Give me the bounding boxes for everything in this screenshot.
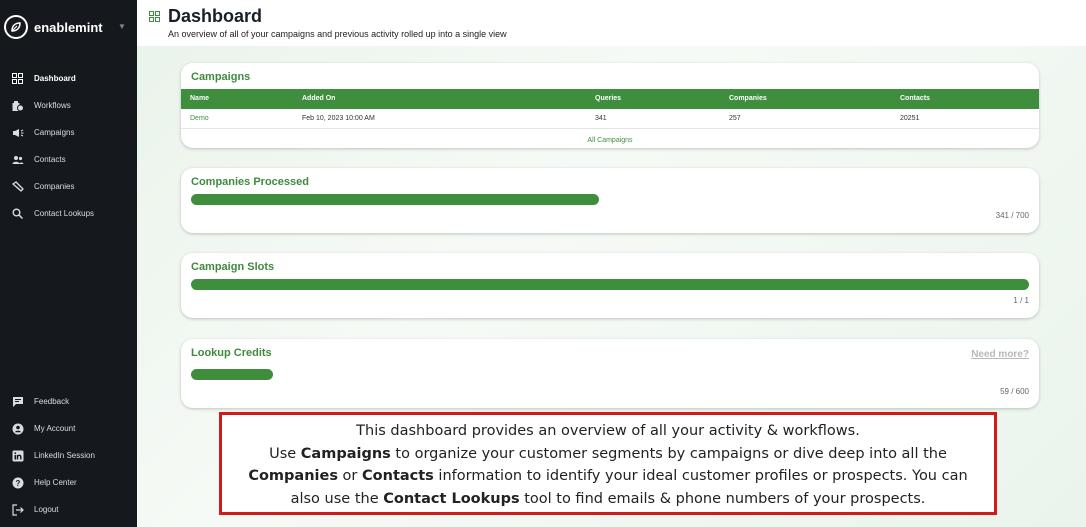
table-row[interactable]: Demo Feb 10, 2023 10:00 AM 341 257 20251 bbox=[181, 109, 1039, 129]
companies-processed-track bbox=[191, 194, 1029, 205]
sidebar-item-label: My Account bbox=[34, 424, 76, 433]
campaign-added-on: Feb 10, 2023 10:00 AM bbox=[302, 115, 375, 122]
annotation-keyword: Campaigns bbox=[300, 445, 391, 462]
sidebar-item-linkedin-session[interactable]: LinkedIn Session bbox=[0, 442, 137, 469]
search-icon bbox=[11, 207, 24, 220]
companies-processed-progress-bar bbox=[191, 194, 600, 205]
megaphone-icon bbox=[11, 126, 24, 139]
annotation-keyword: Contact Lookups bbox=[383, 490, 520, 507]
svg-text:?: ? bbox=[15, 479, 20, 488]
campaign-companies: 257 bbox=[729, 115, 741, 122]
annotation-keyword: Contacts bbox=[362, 468, 434, 484]
dashboard-icon bbox=[149, 9, 160, 27]
sidebar-item-help-center[interactable]: ? Help Center bbox=[0, 469, 137, 496]
companies-processed-count: 341 / 700 bbox=[995, 211, 1029, 220]
campaign-queries: 341 bbox=[595, 115, 607, 122]
campaign-slots-track bbox=[191, 279, 1029, 290]
campaign-slots-title: Campaign Slots bbox=[191, 261, 275, 273]
handshake-icon bbox=[11, 180, 24, 193]
help-icon: ? bbox=[11, 476, 24, 489]
page-header: Dashboard An overview of all of your cam… bbox=[137, 0, 1086, 46]
all-campaigns-link[interactable]: All Campaigns bbox=[181, 137, 1039, 144]
annotation-line-1: This dashboard provides an overview of a… bbox=[356, 423, 860, 439]
brand-name: enablemint bbox=[34, 19, 103, 35]
sidebar-item-label: Feedback bbox=[34, 397, 70, 406]
sidebar: enablemint ▼ Dashboard Workflows Campaig… bbox=[0, 0, 137, 527]
sidebar-item-label: Logout bbox=[34, 505, 59, 514]
sidebar-item-label: Campaigns bbox=[34, 128, 75, 137]
sidebar-item-label: Dashboard bbox=[34, 74, 76, 83]
lookup-credits-title: Lookup Credits bbox=[191, 347, 272, 359]
campaign-slots-card: Campaign Slots 1 / 1 bbox=[181, 253, 1039, 318]
column-header-added-on[interactable]: Added On bbox=[302, 95, 335, 102]
linkedin-icon bbox=[11, 449, 24, 462]
campaign-name-link[interactable]: Demo bbox=[190, 115, 209, 122]
campaign-slots-count: 1 / 1 bbox=[1013, 296, 1029, 305]
campaigns-table-header: Name Added On Queries Companies Contacts bbox=[181, 89, 1039, 109]
column-header-contacts[interactable]: Contacts bbox=[900, 95, 930, 102]
sidebar-item-workflows[interactable]: Workflows bbox=[0, 92, 137, 119]
page-title: Dashboard bbox=[168, 6, 263, 26]
sidebar-item-label: Contacts bbox=[34, 155, 66, 164]
annotation-text: Use bbox=[269, 445, 301, 462]
page-subtitle: An overview of all of your campaigns and… bbox=[168, 29, 507, 39]
lookup-credits-track bbox=[191, 369, 1029, 380]
workflow-icon bbox=[11, 99, 24, 112]
annotation-text: tool to find emails & phone numbers of y… bbox=[519, 490, 926, 507]
column-header-name[interactable]: Name bbox=[190, 95, 209, 102]
annotation-keyword: Companies bbox=[248, 468, 338, 484]
companies-processed-title: Companies Processed bbox=[191, 176, 309, 188]
sidebar-item-contact-lookups[interactable]: Contact Lookups bbox=[0, 200, 137, 227]
sidebar-item-logout[interactable]: Logout bbox=[0, 496, 137, 523]
campaign-contacts: 20251 bbox=[900, 115, 920, 122]
sidebar-item-feedback[interactable]: Feedback bbox=[0, 388, 137, 415]
account-icon bbox=[11, 422, 24, 435]
brand[interactable]: enablemint bbox=[4, 12, 103, 42]
sidebar-item-label: Help Center bbox=[34, 478, 77, 487]
column-header-companies[interactable]: Companies bbox=[729, 95, 767, 102]
campaigns-title: Campaigns bbox=[191, 71, 251, 83]
column-header-queries[interactable]: Queries bbox=[595, 95, 621, 102]
annotation-line-3: Companies or Contacts information to ide… bbox=[222, 465, 994, 488]
annotation-line-4: also use the Contact Lookups tool to fin… bbox=[222, 488, 994, 511]
sidebar-item-label: Companies bbox=[34, 182, 75, 191]
sidebar-bottom-nav: Feedback My Account LinkedIn Session ? H… bbox=[0, 388, 137, 523]
people-icon bbox=[11, 153, 24, 166]
sidebar-item-label: Workflows bbox=[34, 101, 71, 110]
annotation-line-2: Use Campaigns to organize your customer … bbox=[222, 443, 994, 466]
annotation-text: information to identify your ideal custo… bbox=[433, 468, 968, 484]
lookup-credits-card: Lookup Credits Need more? 59 / 600 bbox=[181, 339, 1039, 408]
sidebar-item-label: LinkedIn Session bbox=[34, 451, 95, 460]
lookup-credits-progress-bar bbox=[191, 369, 274, 380]
campaign-slots-progress-bar bbox=[191, 279, 1029, 290]
chevron-down-icon[interactable]: ▼ bbox=[118, 22, 126, 31]
feedback-icon bbox=[11, 395, 24, 408]
logout-icon bbox=[11, 503, 24, 516]
need-more-link[interactable]: Need more? bbox=[971, 349, 1029, 360]
leaf-logo-icon bbox=[4, 15, 28, 39]
companies-processed-card: Companies Processed 341 / 700 bbox=[181, 168, 1039, 233]
sidebar-item-campaigns[interactable]: Campaigns bbox=[0, 119, 137, 146]
sidebar-item-label: Contact Lookups bbox=[34, 209, 95, 218]
annotation-text: to organize your customer segments by ca… bbox=[390, 445, 947, 462]
sidebar-nav: Dashboard Workflows Campaigns Contacts C… bbox=[0, 65, 137, 227]
campaigns-card: Campaigns Name Added On Queries Companie… bbox=[181, 63, 1039, 148]
sidebar-item-companies[interactable]: Companies bbox=[0, 173, 137, 200]
annotation-callout: This dashboard provides an overview of a… bbox=[219, 412, 997, 515]
dashboard-icon bbox=[11, 72, 24, 85]
annotation-text: also use the bbox=[290, 490, 384, 507]
sidebar-item-my-account[interactable]: My Account bbox=[0, 415, 137, 442]
lookup-credits-count: 59 / 600 bbox=[1000, 387, 1029, 396]
sidebar-item-dashboard[interactable]: Dashboard bbox=[0, 65, 137, 92]
annotation-text: or bbox=[337, 468, 363, 484]
sidebar-item-contacts[interactable]: Contacts bbox=[0, 146, 137, 173]
